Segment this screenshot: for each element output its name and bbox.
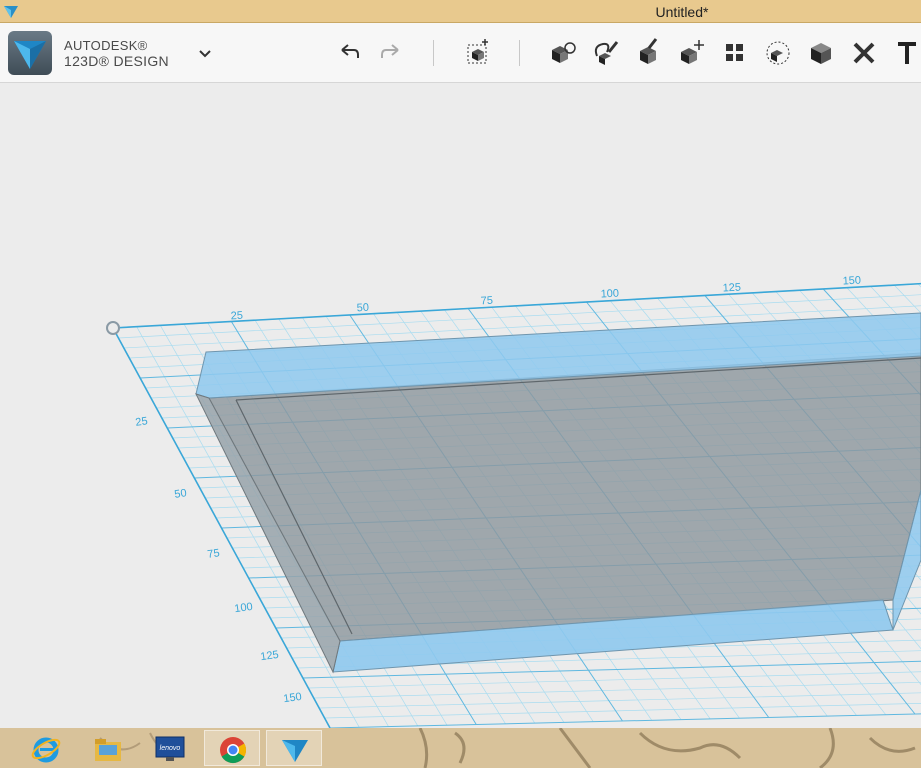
taskbar-internet-explorer[interactable] bbox=[18, 730, 74, 766]
title-bar: Untitled* bbox=[0, 0, 921, 23]
modify-button[interactable] bbox=[632, 36, 666, 70]
grid-minor-line bbox=[319, 692, 921, 709]
undo-button[interactable] bbox=[332, 36, 366, 70]
123d-design-icon bbox=[282, 740, 308, 762]
construct-icon bbox=[594, 41, 619, 65]
pattern-button[interactable] bbox=[718, 36, 752, 70]
3d-viewport[interactable]: 25 50 75 100 125 150 25 50 75 100 125 150 bbox=[0, 83, 921, 728]
brand-product: 123D® DESIGN bbox=[64, 53, 169, 69]
123d-logo-icon[interactable] bbox=[8, 31, 52, 75]
window-title: Untitled* bbox=[655, 4, 709, 20]
toolbar-separator bbox=[519, 40, 520, 66]
chrome-icon bbox=[220, 737, 247, 764]
workplane-scene[interactable]: 25 50 75 100 125 150 25 50 75 100 125 150 bbox=[0, 83, 921, 728]
grid-minor-line bbox=[324, 703, 921, 719]
windows-taskbar: lenovo bbox=[0, 728, 921, 768]
grid-minor-line bbox=[313, 681, 921, 699]
grid-x-label: 50 bbox=[356, 302, 369, 315]
lenovo-label: lenovo bbox=[160, 745, 181, 752]
origin-handle-icon[interactable] bbox=[106, 321, 120, 335]
main-toolbar: AUTODESK® 123D® DESIGN bbox=[0, 23, 921, 83]
measure-icon bbox=[853, 42, 875, 64]
grid-x-label: 150 bbox=[842, 275, 861, 288]
brand-autodesk: AUTODESK® bbox=[64, 38, 148, 53]
sketch-icon bbox=[552, 42, 576, 63]
file-explorer-icon bbox=[95, 739, 121, 761]
taskbar-lenovo[interactable]: lenovo bbox=[142, 730, 198, 766]
grid-x-label: 75 bbox=[480, 295, 493, 308]
chevron-down-icon[interactable] bbox=[196, 46, 214, 62]
redo-icon bbox=[381, 44, 399, 58]
combine-button[interactable] bbox=[804, 36, 838, 70]
grid-y-label: 75 bbox=[207, 547, 221, 561]
primitives-button[interactable] bbox=[461, 36, 495, 70]
grid-y-label: 100 bbox=[234, 601, 254, 615]
grid-major-line bbox=[329, 713, 921, 728]
box-model[interactable] bbox=[195, 312, 921, 674]
transform-icon bbox=[681, 40, 704, 64]
pattern-icon bbox=[726, 44, 743, 61]
group-icon bbox=[766, 41, 790, 65]
modify-icon bbox=[640, 38, 658, 64]
undo-icon bbox=[341, 44, 359, 58]
transform-button[interactable] bbox=[675, 36, 709, 70]
lenovo-icon: lenovo bbox=[155, 736, 185, 761]
primitives-icon bbox=[467, 39, 488, 64]
text-button[interactable] bbox=[890, 36, 921, 70]
grid-x-label: 125 bbox=[722, 282, 741, 295]
internet-explorer-icon bbox=[31, 737, 61, 763]
measure-button[interactable] bbox=[847, 36, 881, 70]
construct-button[interactable] bbox=[589, 36, 623, 70]
taskbar-wallpaper bbox=[99, 728, 916, 768]
taskbar-123d-design[interactable] bbox=[266, 730, 322, 766]
grid-y-label: 150 bbox=[283, 691, 303, 705]
grid-y-label: 50 bbox=[174, 487, 188, 501]
grid-x-label: 25 bbox=[230, 310, 243, 323]
combine-icon bbox=[811, 43, 831, 64]
redo-button[interactable] bbox=[374, 36, 408, 70]
grid-y-label: 25 bbox=[135, 415, 149, 429]
toolbar-separator bbox=[433, 40, 434, 66]
grid-x-label: 100 bbox=[600, 288, 619, 301]
taskbar-chrome[interactable] bbox=[204, 730, 260, 766]
sketch-button[interactable] bbox=[546, 36, 580, 70]
taskbar-file-explorer[interactable] bbox=[80, 730, 136, 766]
group-button[interactable] bbox=[761, 36, 795, 70]
text-icon bbox=[898, 42, 916, 64]
grid-y-label: 125 bbox=[260, 649, 280, 663]
